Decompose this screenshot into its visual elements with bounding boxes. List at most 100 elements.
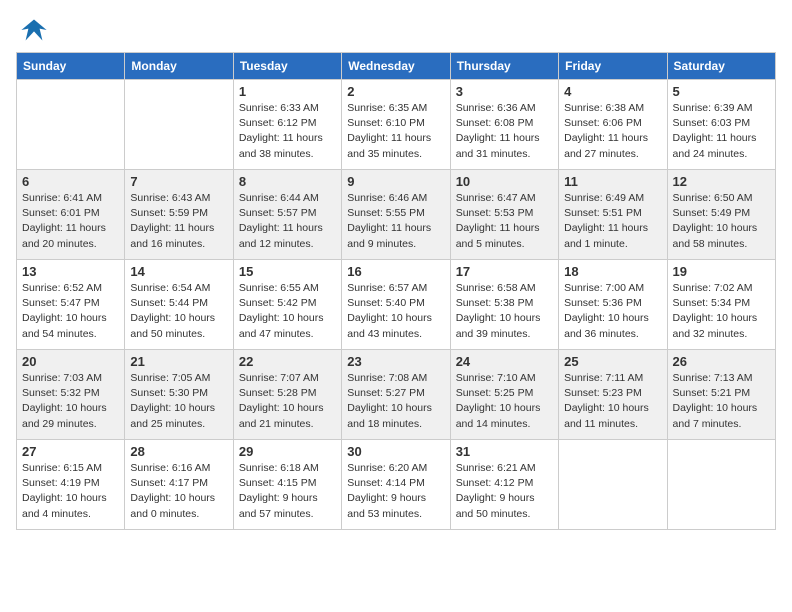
day-number: 21 <box>130 354 227 369</box>
day-number: 27 <box>22 444 119 459</box>
column-header-tuesday: Tuesday <box>233 53 341 80</box>
day-info: Sunrise: 7:05 AM Sunset: 5:30 PM Dayligh… <box>130 371 227 432</box>
day-info: Sunrise: 6:47 AM Sunset: 5:53 PM Dayligh… <box>456 191 553 252</box>
calendar-cell: 22 Sunrise: 7:07 AM Sunset: 5:28 PM Dayli… <box>233 350 341 440</box>
day-number: 20 <box>22 354 119 369</box>
logo <box>16 16 48 44</box>
day-number: 17 <box>456 264 553 279</box>
day-info: Sunrise: 7:03 AM Sunset: 5:32 PM Dayligh… <box>22 371 119 432</box>
day-number: 11 <box>564 174 661 189</box>
day-info: Sunrise: 6:21 AM Sunset: 4:12 PM Dayligh… <box>456 461 553 522</box>
calendar-cell: 30 Sunrise: 6:20 AM Sunset: 4:14 PM Dayli… <box>342 440 450 530</box>
calendar-cell: 24 Sunrise: 7:10 AM Sunset: 5:25 PM Dayli… <box>450 350 558 440</box>
day-info: Sunrise: 7:10 AM Sunset: 5:25 PM Dayligh… <box>456 371 553 432</box>
day-info: Sunrise: 7:00 AM Sunset: 5:36 PM Dayligh… <box>564 281 661 342</box>
logo-icon <box>20 16 48 44</box>
day-info: Sunrise: 7:13 AM Sunset: 5:21 PM Dayligh… <box>673 371 770 432</box>
calendar-cell: 15Sunrise: 6:55 AM Sunset: 5:42 PM Dayli… <box>233 260 341 350</box>
day-number: 28 <box>130 444 227 459</box>
calendar-week-row: 20 Sunrise: 7:03 AM Sunset: 5:32 PM Dayli… <box>17 350 776 440</box>
calendar-cell: 8 Sunrise: 6:44 AM Sunset: 5:57 PM Daylig… <box>233 170 341 260</box>
calendar-table: SundayMondayTuesdayWednesdayThursdayFrid… <box>16 52 776 530</box>
column-header-sunday: Sunday <box>17 53 125 80</box>
column-header-thursday: Thursday <box>450 53 558 80</box>
day-info: Sunrise: 6:33 AM Sunset: 6:12 PM Dayligh… <box>239 101 336 162</box>
calendar-cell: 19 Sunrise: 7:02 AM Sunset: 5:34 PM Dayli… <box>667 260 775 350</box>
calendar-cell: 10Sunrise: 6:47 AM Sunset: 5:53 PM Dayli… <box>450 170 558 260</box>
column-header-wednesday: Wednesday <box>342 53 450 80</box>
day-info: Sunrise: 6:36 AM Sunset: 6:08 PM Dayligh… <box>456 101 553 162</box>
day-info: Sunrise: 6:52 AM Sunset: 5:47 PM Dayligh… <box>22 281 119 342</box>
day-info: Sunrise: 7:08 AM Sunset: 5:27 PM Dayligh… <box>347 371 444 432</box>
calendar-cell: 7 Sunrise: 6:43 AM Sunset: 5:59 PM Daylig… <box>125 170 233 260</box>
day-number: 9 <box>347 174 444 189</box>
calendar-cell: 9 Sunrise: 6:46 AM Sunset: 5:55 PM Daylig… <box>342 170 450 260</box>
calendar-cell: 1 Sunrise: 6:33 AM Sunset: 6:12 PM Daylig… <box>233 80 341 170</box>
calendar-week-row: 27 Sunrise: 6:15 AM Sunset: 4:19 PM Dayli… <box>17 440 776 530</box>
calendar-cell: 25 Sunrise: 7:11 AM Sunset: 5:23 PM Dayli… <box>559 350 667 440</box>
day-number: 8 <box>239 174 336 189</box>
calendar-week-row: 1 Sunrise: 6:33 AM Sunset: 6:12 PM Daylig… <box>17 80 776 170</box>
calendar-cell: 20 Sunrise: 7:03 AM Sunset: 5:32 PM Dayli… <box>17 350 125 440</box>
day-number: 3 <box>456 84 553 99</box>
day-number: 14 <box>130 264 227 279</box>
calendar-cell: 29Sunrise: 6:18 AM Sunset: 4:15 PM Dayli… <box>233 440 341 530</box>
day-number: 25 <box>564 354 661 369</box>
calendar-cell: 16Sunrise: 6:57 AM Sunset: 5:40 PM Dayli… <box>342 260 450 350</box>
day-info: Sunrise: 6:44 AM Sunset: 5:57 PM Dayligh… <box>239 191 336 252</box>
column-header-friday: Friday <box>559 53 667 80</box>
day-info: Sunrise: 6:15 AM Sunset: 4:19 PM Dayligh… <box>22 461 119 522</box>
calendar-cell: 6 Sunrise: 6:41 AM Sunset: 6:01 PM Daylig… <box>17 170 125 260</box>
day-info: Sunrise: 6:41 AM Sunset: 6:01 PM Dayligh… <box>22 191 119 252</box>
day-info: Sunrise: 6:54 AM Sunset: 5:44 PM Dayligh… <box>130 281 227 342</box>
calendar-cell <box>125 80 233 170</box>
day-number: 26 <box>673 354 770 369</box>
calendar-cell: 12 Sunrise: 6:50 AM Sunset: 5:49 PM Dayli… <box>667 170 775 260</box>
day-number: 31 <box>456 444 553 459</box>
day-number: 24 <box>456 354 553 369</box>
day-info: Sunrise: 6:39 AM Sunset: 6:03 PM Dayligh… <box>673 101 770 162</box>
day-number: 30 <box>347 444 444 459</box>
day-number: 15 <box>239 264 336 279</box>
calendar-header-row: SundayMondayTuesdayWednesdayThursdayFrid… <box>17 53 776 80</box>
day-info: Sunrise: 6:46 AM Sunset: 5:55 PM Dayligh… <box>347 191 444 252</box>
day-number: 12 <box>673 174 770 189</box>
calendar-week-row: 13 Sunrise: 6:52 AM Sunset: 5:47 PM Dayli… <box>17 260 776 350</box>
calendar-cell: 2Sunrise: 6:35 AM Sunset: 6:10 PM Daylig… <box>342 80 450 170</box>
calendar-cell: 3 Sunrise: 6:36 AM Sunset: 6:08 PM Daylig… <box>450 80 558 170</box>
day-info: Sunrise: 7:11 AM Sunset: 5:23 PM Dayligh… <box>564 371 661 432</box>
day-info: Sunrise: 7:07 AM Sunset: 5:28 PM Dayligh… <box>239 371 336 432</box>
calendar-cell: 13 Sunrise: 6:52 AM Sunset: 5:47 PM Dayli… <box>17 260 125 350</box>
calendar-cell <box>667 440 775 530</box>
day-number: 4 <box>564 84 661 99</box>
calendar-cell: 27 Sunrise: 6:15 AM Sunset: 4:19 PM Dayli… <box>17 440 125 530</box>
day-info: Sunrise: 6:20 AM Sunset: 4:14 PM Dayligh… <box>347 461 444 522</box>
day-info: Sunrise: 6:57 AM Sunset: 5:40 PM Dayligh… <box>347 281 444 342</box>
calendar-cell: 5 Sunrise: 6:39 AM Sunset: 6:03 PM Daylig… <box>667 80 775 170</box>
calendar-cell: 31 Sunrise: 6:21 AM Sunset: 4:12 PM Dayli… <box>450 440 558 530</box>
day-number: 7 <box>130 174 227 189</box>
calendar-cell: 23 Sunrise: 7:08 AM Sunset: 5:27 PM Dayli… <box>342 350 450 440</box>
calendar-cell: 26 Sunrise: 7:13 AM Sunset: 5:21 PM Dayli… <box>667 350 775 440</box>
day-info: Sunrise: 6:43 AM Sunset: 5:59 PM Dayligh… <box>130 191 227 252</box>
day-info: Sunrise: 6:18 AM Sunset: 4:15 PM Dayligh… <box>239 461 336 522</box>
day-info: Sunrise: 6:50 AM Sunset: 5:49 PM Dayligh… <box>673 191 770 252</box>
calendar-cell <box>559 440 667 530</box>
day-number: 22 <box>239 354 336 369</box>
day-number: 19 <box>673 264 770 279</box>
calendar-cell: 18 Sunrise: 7:00 AM Sunset: 5:36 PM Dayli… <box>559 260 667 350</box>
day-number: 1 <box>239 84 336 99</box>
day-number: 13 <box>22 264 119 279</box>
day-number: 6 <box>22 174 119 189</box>
calendar-cell <box>17 80 125 170</box>
calendar-cell: 11 Sunrise: 6:49 AM Sunset: 5:51 PM Dayli… <box>559 170 667 260</box>
column-header-monday: Monday <box>125 53 233 80</box>
day-number: 18 <box>564 264 661 279</box>
day-info: Sunrise: 6:49 AM Sunset: 5:51 PM Dayligh… <box>564 191 661 252</box>
day-info: Sunrise: 7:02 AM Sunset: 5:34 PM Dayligh… <box>673 281 770 342</box>
day-info: Sunrise: 6:58 AM Sunset: 5:38 PM Dayligh… <box>456 281 553 342</box>
day-number: 5 <box>673 84 770 99</box>
day-number: 23 <box>347 354 444 369</box>
calendar-week-row: 6 Sunrise: 6:41 AM Sunset: 6:01 PM Daylig… <box>17 170 776 260</box>
page-header <box>16 16 776 44</box>
